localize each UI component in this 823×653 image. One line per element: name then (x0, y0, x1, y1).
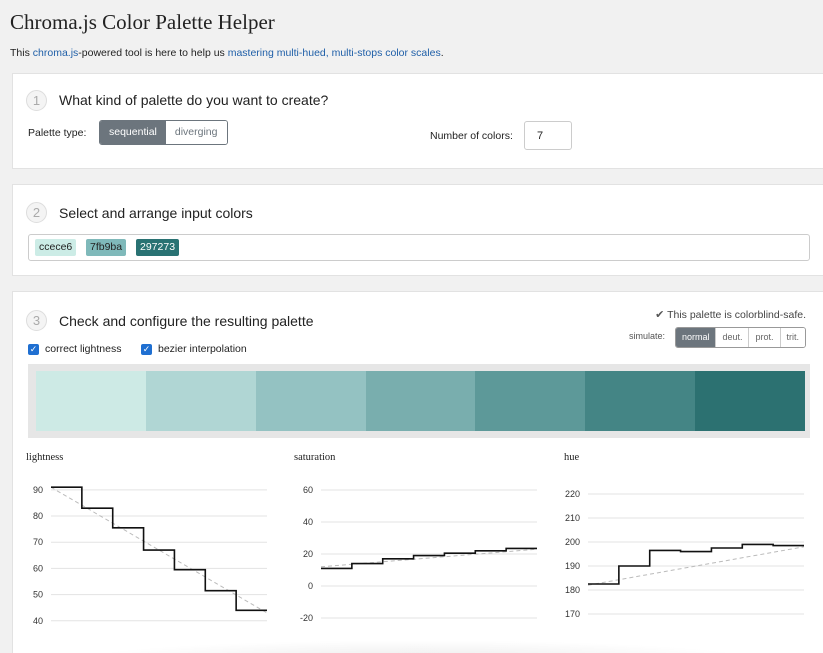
mastering-scales-link[interactable]: mastering multi-hued, multi-stops color … (228, 47, 441, 59)
step-title: Check and configure the resulting palett… (59, 313, 314, 329)
lightness-chart: 90 80 70 60 50 40 (33, 485, 268, 626)
color-chip[interactable]: ccece6 (35, 239, 77, 256)
saturation-chart-label: saturation (294, 452, 336, 463)
step-number-1: 1 (26, 90, 47, 111)
palette-swatch (475, 371, 586, 431)
diverging-button[interactable]: diverging (165, 121, 227, 144)
checkbox-label: correct lightness (45, 343, 122, 355)
lightness-chart-label: lightness (26, 452, 64, 463)
palette-swatch (255, 371, 366, 431)
tick-label: 70 (33, 537, 43, 547)
tick-label: 50 (33, 590, 43, 600)
hue-chart-label: hue (564, 452, 580, 463)
colorblind-safe-text: This palette is colorblind-safe. (667, 309, 806, 321)
chroma-js-link[interactable]: chroma.js (33, 47, 79, 59)
tick-label: 210 (565, 513, 580, 523)
subtitle-text: This (10, 47, 33, 59)
subtitle-text: -powered tool is here to help us (78, 47, 228, 59)
palette-swatch (36, 371, 146, 431)
checkbox-checked-icon: ✓ (28, 343, 39, 355)
hue-chart: 220 210 200 190 180 170 (565, 489, 805, 619)
tick-label: 40 (303, 517, 313, 527)
page-subtitle: This chroma.js-powered tool is here to h… (10, 47, 444, 59)
step-number-3: 3 (26, 310, 47, 331)
bottom-shadow (73, 640, 763, 653)
color-input-field[interactable]: ccece6 7fb9ba 297273 (28, 234, 810, 261)
sequential-button[interactable]: sequential (100, 121, 166, 144)
num-colors-label: Number of colors: (430, 130, 513, 142)
tick-label: 60 (33, 563, 43, 573)
simulate-deut-button[interactable]: deut. (715, 328, 749, 347)
color-chip[interactable]: 7fb9ba (86, 239, 127, 256)
tick-label: 20 (303, 549, 313, 559)
tick-label: 200 (565, 537, 580, 547)
step-title: What kind of palette do you want to crea… (59, 92, 329, 108)
step-number-2: 2 (26, 202, 47, 223)
palette-type-panel: 1 What kind of palette do you want to cr… (12, 73, 823, 169)
palette-preview (28, 364, 810, 438)
tick-label: 60 (303, 485, 313, 495)
tick-label: 80 (33, 511, 43, 521)
tick-label: 40 (33, 616, 43, 626)
checkbox-label: bezier interpolation (158, 343, 247, 355)
tick-label: 170 (565, 609, 580, 619)
saturation-chart: 60 40 20 0 -20 (300, 485, 538, 623)
result-panel: 3 Check and configure the resulting pale… (12, 291, 823, 653)
simulate-trit-button[interactable]: trit. (779, 328, 805, 347)
step-line (588, 543, 804, 585)
checkbox-checked-icon: ✓ (141, 343, 152, 355)
tick-label: 190 (565, 561, 580, 571)
palette-swatch (695, 371, 806, 431)
bezier-interpolation-checkbox[interactable]: ✓ bezier interpolation (141, 343, 247, 355)
input-colors-panel: 2 Select and arrange input colors ccece6… (12, 184, 823, 276)
page-title: Chroma.js Color Palette Helper (10, 10, 275, 34)
simulate-normal-button[interactable]: normal (675, 328, 716, 347)
colorblind-safe-note: ✔ This palette is colorblind-safe. (655, 308, 806, 321)
checkmark-icon: ✔ (655, 309, 665, 321)
num-colors-input[interactable] (524, 121, 572, 150)
tick-label: 220 (565, 489, 580, 499)
subtitle-text: . (440, 47, 444, 59)
simulate-prot-button[interactable]: prot. (748, 328, 780, 347)
palette-type-toggle: sequential diverging (99, 120, 228, 145)
palette-swatches (36, 371, 806, 431)
palette-swatch (145, 371, 256, 431)
tick-label: -20 (300, 613, 313, 623)
palette-swatch (365, 371, 476, 431)
tick-label: 180 (565, 585, 580, 595)
simulate-toggle: normal deut. prot. trit. (674, 327, 806, 348)
correct-lightness-checkbox[interactable]: ✓ correct lightness (28, 343, 121, 355)
simulate-label: simulate: (628, 331, 665, 341)
palette-type-label: Palette type: (28, 127, 87, 139)
color-chip[interactable]: 297273 (136, 239, 180, 256)
palette-swatch (585, 371, 696, 431)
tick-label: 0 (308, 581, 313, 591)
step-title: Select and arrange input colors (59, 205, 253, 221)
tick-label: 90 (33, 485, 43, 495)
